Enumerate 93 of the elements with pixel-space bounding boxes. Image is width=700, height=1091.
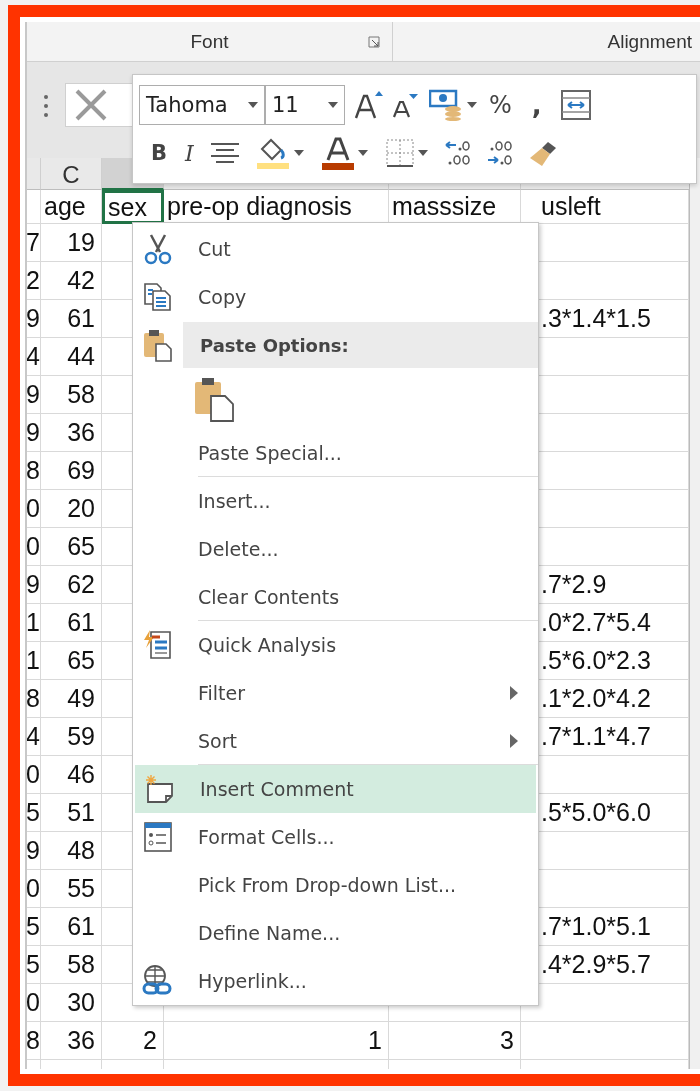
table-cell: 36 <box>41 1022 102 1060</box>
table-cell: 30 <box>41 984 102 1022</box>
caret-icon <box>467 102 477 108</box>
table-cell: 0 <box>27 756 41 794</box>
table-cell: 0 <box>27 490 41 528</box>
percent-button[interactable]: % <box>487 91 514 119</box>
table-cell: 9 <box>27 376 41 414</box>
caret-icon <box>357 150 368 156</box>
menu-item[interactable]: Insert... <box>133 477 538 525</box>
table-cell: 1 <box>27 642 41 680</box>
format-cells-icon <box>143 821 173 853</box>
table-cell[interactable]: age <box>41 190 102 224</box>
table-cell: 4 <box>27 338 41 376</box>
table-cell: 9 <box>27 832 41 870</box>
font-size-dropdown[interactable]: 11 <box>265 85 345 125</box>
menu-section-header: Paste Options: <box>183 322 538 368</box>
increase-decimal-icon[interactable] <box>443 139 472 167</box>
caret-icon <box>293 150 304 156</box>
table-cell: 8 <box>27 452 41 490</box>
clipboard-icon <box>142 328 174 362</box>
border-grid-icon <box>385 139 414 167</box>
borders-button[interactable] <box>383 139 430 167</box>
italic-button[interactable]: I <box>183 140 196 166</box>
ribbon-group-label: Font <box>190 30 229 53</box>
shrink-font-icon[interactable] <box>391 91 419 119</box>
grow-font-icon[interactable] <box>353 90 383 120</box>
comma-button[interactable]: , <box>521 90 552 120</box>
font-color-button[interactable] <box>319 136 370 170</box>
table-cell: 36 <box>41 414 102 452</box>
money-icon <box>429 89 463 121</box>
menu-item[interactable]: Pick From Drop-down List... <box>133 861 538 909</box>
align-center-icon[interactable] <box>209 142 240 164</box>
close-icon[interactable] <box>74 88 108 122</box>
table-cell: 20 <box>41 490 102 528</box>
table-cell: 3 <box>389 1022 521 1060</box>
table-cell: 0 <box>27 984 41 1022</box>
table-cell: 61 <box>41 604 102 642</box>
table-cell: 65 <box>41 642 102 680</box>
quick-analysis-icon <box>142 629 174 661</box>
table-cell: 49 <box>41 680 102 718</box>
bold-button[interactable]: B <box>149 141 169 165</box>
table-cell: 0 <box>27 528 41 566</box>
table-cell: 44 <box>41 338 102 376</box>
table-cell: 5 <box>27 946 41 984</box>
table-cell: 55 <box>41 870 102 908</box>
scrollbar[interactable] <box>689 158 700 1069</box>
table-cell: 58 <box>41 376 102 414</box>
table-cell: 59 <box>41 718 102 756</box>
comment-icon <box>144 774 176 804</box>
table-cell: 9 <box>27 300 41 338</box>
font-dropdown[interactable]: Tahoma <box>139 85 265 125</box>
decrease-decimal-icon[interactable] <box>485 139 514 167</box>
caret-icon <box>248 102 258 108</box>
table-cell: 62 <box>41 566 102 604</box>
table-cell: 2 <box>102 1022 164 1060</box>
table-cell: 8 <box>27 680 41 718</box>
table-cell: 42 <box>41 262 102 300</box>
ribbon-group-label: Alignment <box>607 30 692 53</box>
copy-icon <box>143 282 173 312</box>
wrap-text-icon[interactable] <box>559 89 592 121</box>
menu-item[interactable]: Paste Special... <box>133 429 538 477</box>
dialog-launcher-icon[interactable] <box>368 36 380 48</box>
paint-bucket-icon <box>255 136 290 170</box>
paste-icon[interactable] <box>193 376 237 422</box>
table-cell: 19 <box>41 224 102 262</box>
menu-item[interactable]: Cut <box>133 225 538 273</box>
table-cell: 4 <box>27 718 41 756</box>
scissors-icon <box>143 233 173 265</box>
table-cell: 61 <box>41 908 102 946</box>
table-cell: 0 <box>27 870 41 908</box>
table-cell: 5 <box>27 794 41 832</box>
table-cell: 48 <box>41 832 102 870</box>
table-cell: 65 <box>41 528 102 566</box>
table-cell: 46 <box>41 756 102 794</box>
table-cell: 69 <box>41 452 102 490</box>
table-cell: 1 <box>164 1022 389 1060</box>
grip-icon[interactable] <box>43 93 49 119</box>
table-cell: 51 <box>41 794 102 832</box>
table-cell: 7 <box>27 224 41 262</box>
table-cell: 61 <box>41 300 102 338</box>
menu-item[interactable]: Insert Comment <box>135 765 536 813</box>
font-color-icon <box>321 136 354 170</box>
number-format-button[interactable] <box>427 89 479 121</box>
table-cell: 2 <box>27 262 41 300</box>
column-header[interactable]: C <box>41 158 102 190</box>
table-cell: 1 <box>27 604 41 642</box>
table-cell: 58 <box>41 946 102 984</box>
caret-icon <box>417 150 428 156</box>
table-cell: 5 <box>27 908 41 946</box>
table-cell: 9 <box>27 566 41 604</box>
table-cell: 9 <box>27 414 41 452</box>
caret-icon <box>328 102 338 108</box>
table-cell: 8 <box>27 1022 41 1060</box>
